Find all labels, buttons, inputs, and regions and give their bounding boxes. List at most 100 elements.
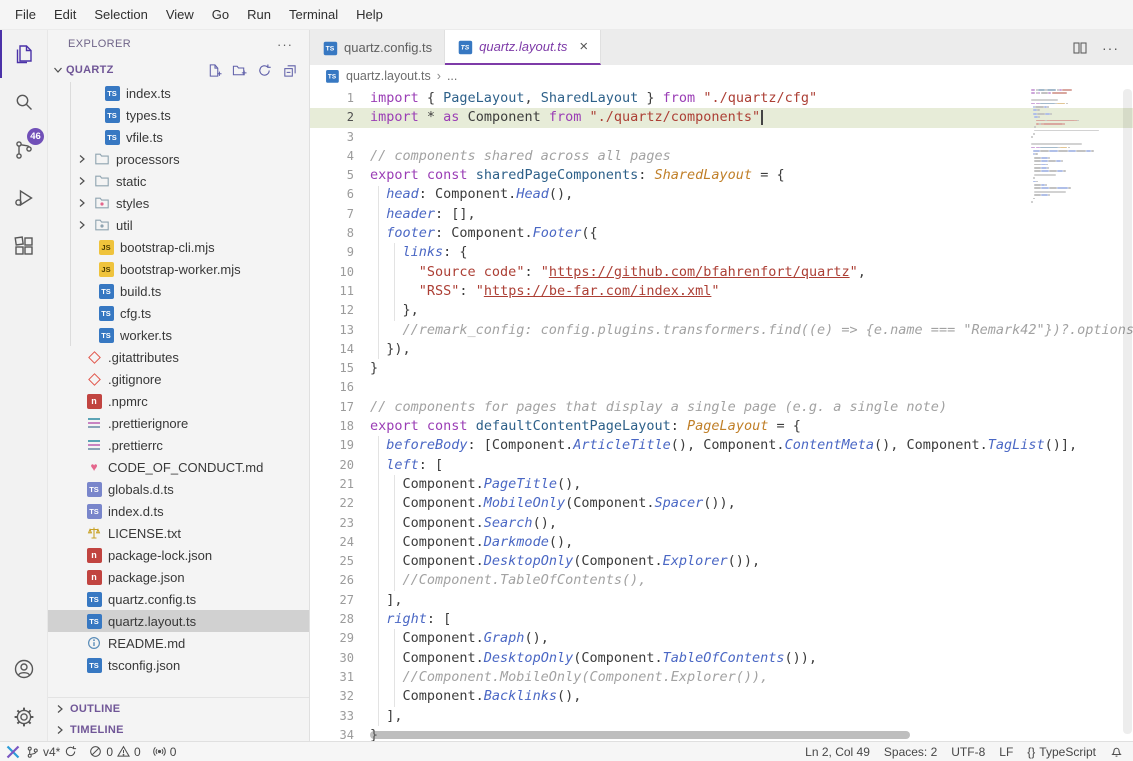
code-line-31[interactable]: 31 //Component.MobileOnly(Component.Expl… [310,668,1133,687]
code-line-12[interactable]: 12 }, [310,301,1133,320]
tree-item-quartz.layout.ts[interactable]: TSquartz.layout.ts [48,610,309,632]
new-file-icon[interactable] [207,63,222,78]
menu-item-selection[interactable]: Selection [85,0,156,30]
tab-quartz.layout.ts[interactable]: TSquartz.layout.ts× [445,30,601,65]
code-line-23[interactable]: 23 Component.Search(), [310,514,1133,533]
tree-item-cfg.ts[interactable]: TScfg.ts [48,302,309,324]
code-line-27[interactable]: 27 ], [310,591,1133,610]
new-folder-icon[interactable] [232,63,247,78]
section-timeline[interactable]: TIMELINE [48,719,309,741]
menu-item-view[interactable]: View [157,0,203,30]
tree-item-processors[interactable]: processors [48,148,309,170]
eol-sequence[interactable]: LF [999,745,1013,759]
code-line-7[interactable]: 7 header: [], [310,205,1133,224]
code-line-4[interactable]: 4// components shared across all pages [310,147,1133,166]
code-line-8[interactable]: 8 footer: Component.Footer({ [310,224,1133,243]
menu-item-run[interactable]: Run [238,0,280,30]
tree-item-CODE_OF_CONDUCT.md[interactable]: ♥CODE_OF_CONDUCT.md [48,456,309,478]
activity-settings[interactable] [0,693,47,741]
tree-item-package.json[interactable]: npackage.json [48,566,309,588]
tree-item-build.ts[interactable]: TSbuild.ts [48,280,309,302]
ports-status[interactable]: 0 [153,745,177,759]
tree-item-LICENSE.txt[interactable]: LICENSE.txt [48,522,309,544]
code-line-9[interactable]: 9 links: { [310,243,1133,262]
language-mode[interactable]: {} TypeScript [1027,745,1096,759]
indentation[interactable]: Spaces: 2 [884,745,937,759]
tree-item-index.ts[interactable]: TSindex.ts [48,82,309,104]
code-line-30[interactable]: 30 Component.DesktopOnly(Component.Table… [310,649,1133,668]
split-editor-icon[interactable] [1072,40,1088,56]
tree-item-types.ts[interactable]: TStypes.ts [48,104,309,126]
code-line-19[interactable]: 19 beforeBody: [Component.ArticleTitle()… [310,436,1133,455]
activity-search[interactable] [0,78,47,126]
code-line-21[interactable]: 21 Component.PageTitle(), [310,475,1133,494]
menu-item-file[interactable]: File [6,0,45,30]
code-line-20[interactable]: 20 left: [ [310,456,1133,475]
minimap[interactable] [1031,89,1119,204]
code-line-11[interactable]: 11 "RSS": "https://be-far.com/index.xml" [310,282,1133,301]
more-actions-icon[interactable]: ··· [1102,40,1119,56]
tree-item-index.d.ts[interactable]: TSindex.d.ts [48,500,309,522]
menu-item-help[interactable]: Help [347,0,392,30]
breadcrumb-file[interactable]: quartz.layout.ts [346,69,431,83]
tree-item-.prettierignore[interactable]: .prettierignore [48,412,309,434]
tree-item-worker.ts[interactable]: TSworker.ts [48,324,309,346]
tree-item-util[interactable]: util [48,214,309,236]
activity-source-control[interactable]: 46 [0,126,47,174]
git-branch-status[interactable]: v4* [26,745,77,759]
activity-extensions[interactable] [0,222,47,270]
code-line-13[interactable]: 13 //remark_config: config.plugins.trans… [310,321,1133,340]
code-line-2[interactable]: 2import * as Component from "./quartz/co… [310,108,1133,127]
activity-explorer[interactable] [0,30,47,78]
code-line-5[interactable]: 5export const sharedPageComponents: Shar… [310,166,1133,185]
tree-item-.gitignore[interactable]: .gitignore [48,368,309,390]
breadcrumb[interactable]: TS quartz.layout.ts › ... [310,65,1133,87]
code-line-3[interactable]: 3 [310,128,1133,147]
refresh-icon[interactable] [257,63,272,78]
code-line-14[interactable]: 14 }), [310,340,1133,359]
activity-run-debug[interactable] [0,174,47,222]
more-actions-icon[interactable]: ··· [277,37,293,52]
remote-indicator[interactable] [0,742,26,761]
activity-accounts[interactable] [0,645,47,693]
code-line-25[interactable]: 25 Component.DesktopOnly(Component.Explo… [310,552,1133,571]
tree-item-styles[interactable]: styles [48,192,309,214]
breadcrumb-symbol[interactable]: ... [447,69,457,83]
menu-item-edit[interactable]: Edit [45,0,85,30]
code-line-18[interactable]: 18export const defaultContentPageLayout:… [310,417,1133,436]
tree-item-bootstrap-cli.mjs[interactable]: JSbootstrap-cli.mjs [48,236,309,258]
code-line-28[interactable]: 28 right: [ [310,610,1133,629]
code-line-16[interactable]: 16 [310,378,1133,397]
code-line-24[interactable]: 24 Component.Darkmode(), [310,533,1133,552]
tree-item-.prettierrc[interactable]: .prettierrc [48,434,309,456]
problems-status[interactable]: 0 0 [89,745,140,759]
section-quartz[interactable]: QUARTZ [48,58,309,82]
tree-item-vfile.ts[interactable]: TSvfile.ts [48,126,309,148]
code-line-26[interactable]: 26 //Component.TableOfContents(), [310,571,1133,590]
menu-item-go[interactable]: Go [203,0,238,30]
encoding[interactable]: UTF-8 [951,745,985,759]
code-line-32[interactable]: 32 Component.Backlinks(), [310,687,1133,706]
notifications-bell[interactable] [1110,745,1123,758]
code-line-1[interactable]: 1import { PageLayout, SharedLayout } fro… [310,89,1133,108]
code-line-6[interactable]: 6 head: Component.Head(), [310,185,1133,204]
tree-item-bootstrap-worker.mjs[interactable]: JSbootstrap-worker.mjs [48,258,309,280]
tree-item-tsconfig.json[interactable]: TStsconfig.json [48,654,309,676]
cursor-position[interactable]: Ln 2, Col 49 [805,745,870,759]
code-line-29[interactable]: 29 Component.Graph(), [310,629,1133,648]
tree-item-README.md[interactable]: README.md [48,632,309,654]
tree-item-static[interactable]: static [48,170,309,192]
tree-item-quartz.config.ts[interactable]: TSquartz.config.ts [48,588,309,610]
code-line-33[interactable]: 33 ], [310,707,1133,726]
collapse-all-icon[interactable] [282,63,297,78]
close-icon[interactable]: × [579,39,588,54]
code-line-22[interactable]: 22 Component.MobileOnly(Component.Spacer… [310,494,1133,513]
tab-quartz.config.ts[interactable]: TSquartz.config.ts [310,30,445,65]
code-line-17[interactable]: 17// components for pages that display a… [310,398,1133,417]
section-outline[interactable]: OUTLINE [48,697,309,719]
code-line-15[interactable]: 15} [310,359,1133,378]
tree-item-globals.d.ts[interactable]: TSglobals.d.ts [48,478,309,500]
menu-item-terminal[interactable]: Terminal [280,0,347,30]
horizontal-scrollbar[interactable] [370,731,910,739]
tree-item-.npmrc[interactable]: n.npmrc [48,390,309,412]
